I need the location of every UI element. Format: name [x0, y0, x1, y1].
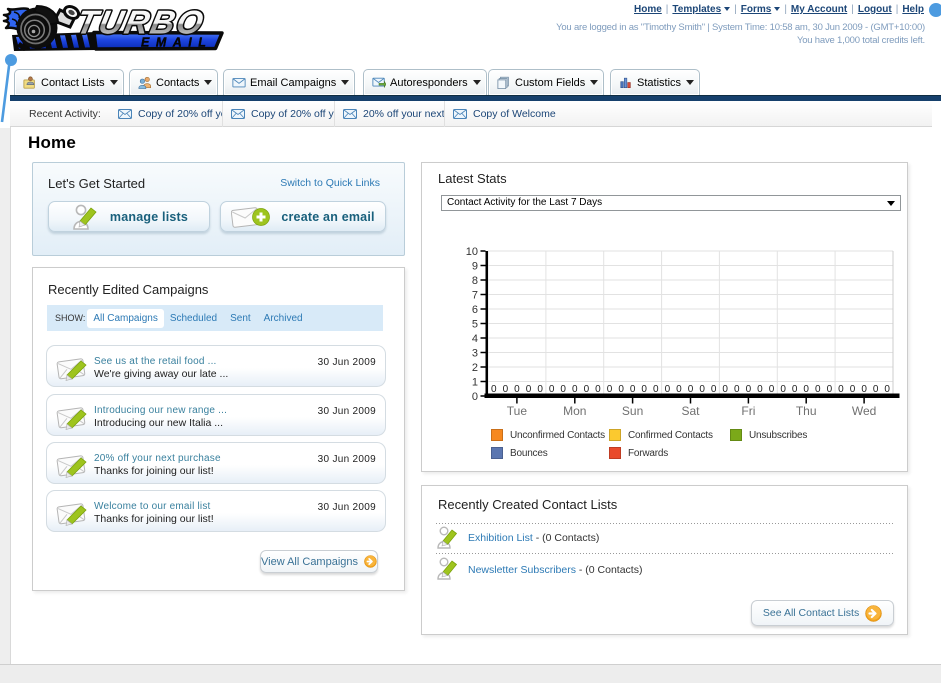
svg-text:0: 0	[792, 384, 798, 395]
svg-text:0: 0	[503, 384, 509, 395]
svg-text:TURBO: TURBO	[73, 5, 208, 42]
svg-text:0: 0	[711, 384, 717, 395]
svg-text:0: 0	[572, 384, 578, 395]
svg-text:Sun: Sun	[622, 404, 643, 418]
svg-text:0: 0	[699, 384, 705, 395]
svg-text:0: 0	[676, 384, 682, 395]
svg-text:4: 4	[472, 333, 478, 345]
svg-text:0: 0	[607, 384, 613, 395]
svg-text:0: 0	[757, 384, 763, 395]
svg-text:Fri: Fri	[741, 404, 755, 418]
svg-text:0: 0	[549, 384, 555, 395]
svg-text:3: 3	[472, 348, 478, 360]
svg-text:0: 0	[780, 384, 786, 395]
svg-text:0: 0	[641, 384, 647, 395]
svg-text:0: 0	[630, 384, 636, 395]
svg-text:0: 0	[873, 384, 879, 395]
svg-text:Wed: Wed	[852, 404, 876, 418]
svg-text:0: 0	[472, 391, 478, 403]
svg-text:Mon: Mon	[563, 404, 586, 418]
svg-text:6: 6	[472, 304, 478, 316]
svg-text:0: 0	[560, 384, 566, 395]
svg-text:Sat: Sat	[681, 404, 700, 418]
svg-text:0: 0	[746, 384, 752, 395]
svg-text:0: 0	[665, 384, 671, 395]
svg-text:0: 0	[850, 384, 856, 395]
svg-text:0: 0	[595, 384, 601, 395]
svg-text:0: 0	[526, 384, 532, 395]
svg-text:0: 0	[537, 384, 543, 395]
svg-text:10: 10	[466, 246, 478, 258]
svg-text:0: 0	[618, 384, 624, 395]
svg-text:8: 8	[472, 275, 478, 287]
svg-text:0: 0	[514, 384, 520, 395]
svg-text:0: 0	[734, 384, 740, 395]
svg-text:0: 0	[688, 384, 694, 395]
svg-text:0: 0	[827, 384, 833, 395]
svg-text:0: 0	[838, 384, 844, 395]
svg-text:2: 2	[472, 362, 478, 374]
svg-text:0: 0	[491, 384, 497, 395]
svg-text:0: 0	[769, 384, 775, 395]
svg-text:9: 9	[472, 261, 478, 273]
svg-text:0: 0	[803, 384, 809, 395]
svg-text:1: 1	[472, 377, 478, 389]
svg-text:5: 5	[472, 319, 478, 331]
svg-text:0: 0	[722, 384, 728, 395]
svg-text:0: 0	[861, 384, 867, 395]
svg-text:0: 0	[584, 384, 590, 395]
svg-text:7: 7	[472, 290, 478, 302]
svg-text:Tue: Tue	[507, 404, 528, 418]
svg-text:0: 0	[815, 384, 821, 395]
svg-text:0: 0	[884, 384, 890, 395]
svg-text:0: 0	[653, 384, 659, 395]
svg-text:Thu: Thu	[796, 404, 817, 418]
